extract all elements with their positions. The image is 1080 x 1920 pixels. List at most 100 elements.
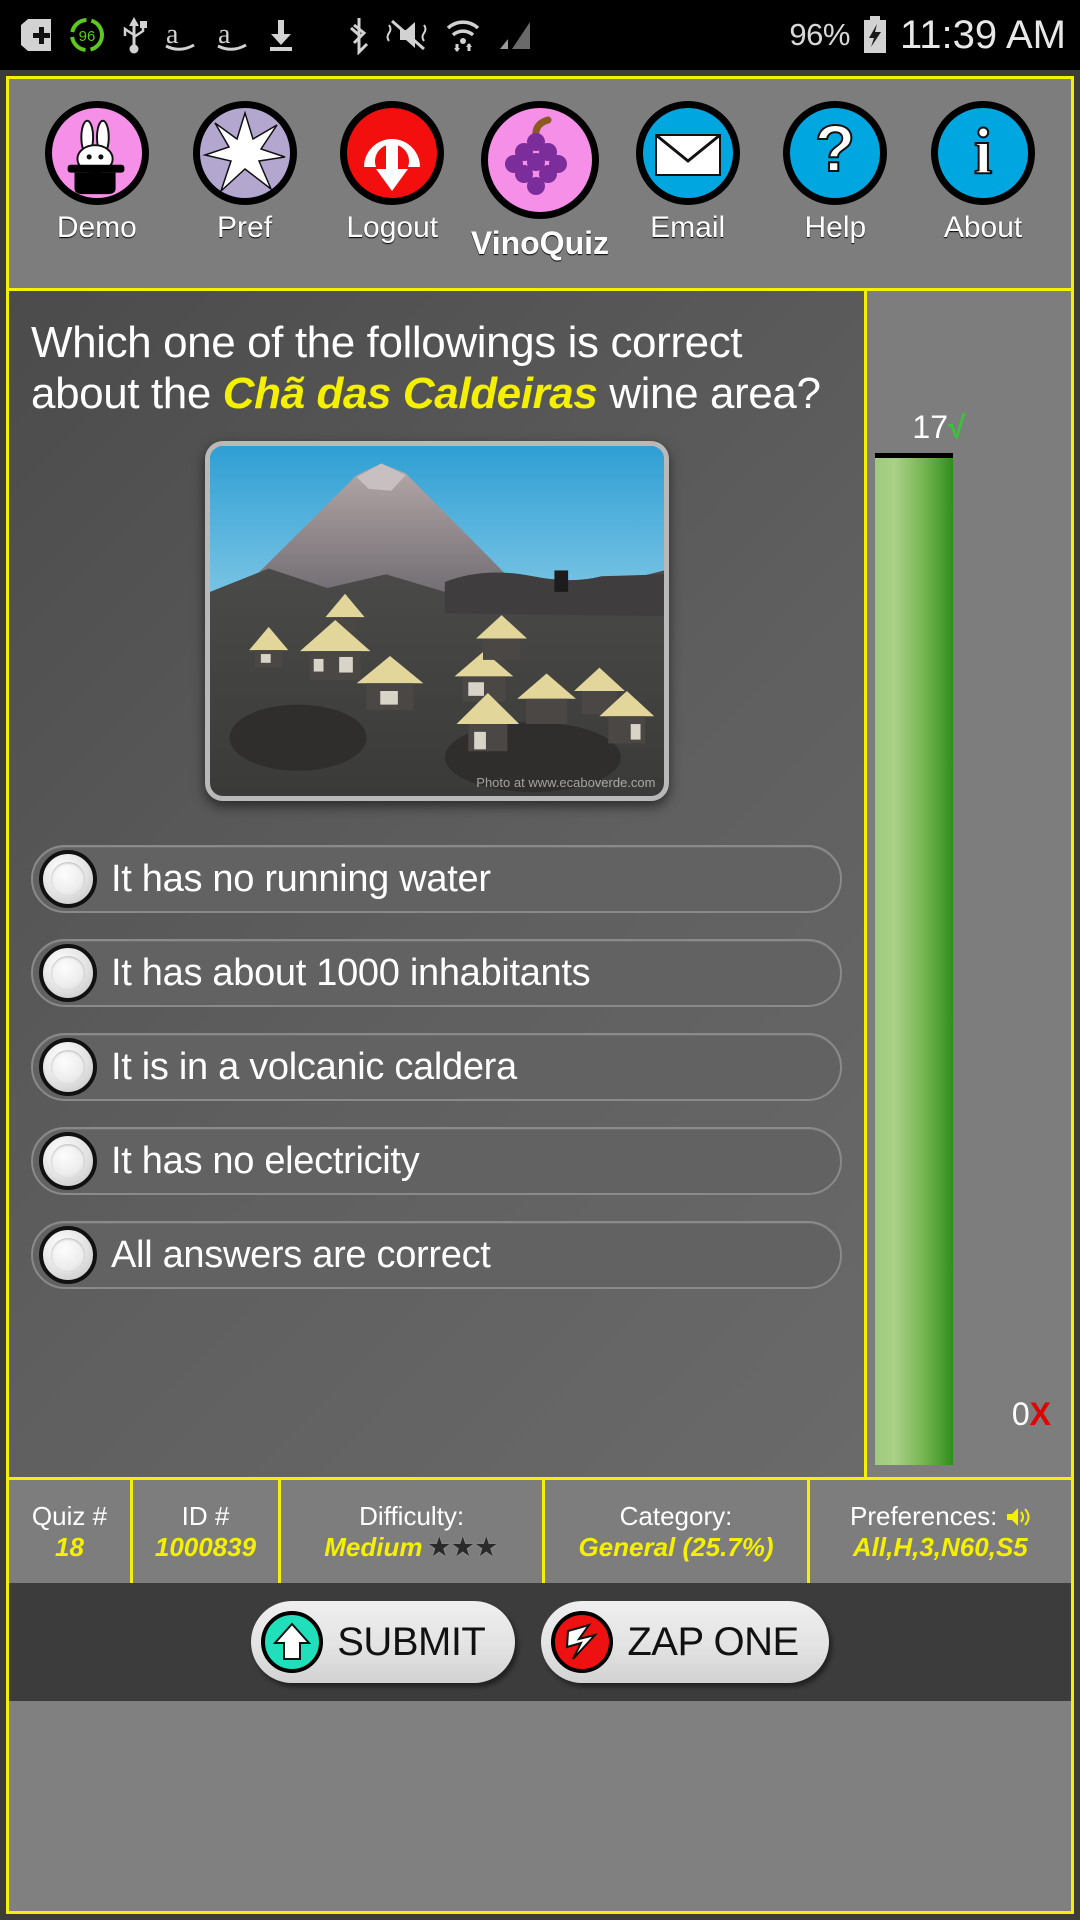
answer-label: It has no electricity: [111, 1139, 420, 1182]
toolbar-item-help[interactable]: ? Help: [768, 101, 902, 245]
toolbar-item-logout[interactable]: Logout: [325, 101, 459, 245]
download-icon: [266, 17, 296, 53]
info-bar: Quiz # 18 ID # 1000839 Difficulty: Mediu…: [9, 1477, 1071, 1583]
answer-option[interactable]: All answers are correct: [31, 1221, 842, 1290]
clock-label: 11:39 AM: [899, 12, 1066, 57]
amazon-a-icon: a: [214, 17, 252, 53]
zap-one-button[interactable]: ZAP ONE: [541, 1601, 829, 1683]
question-mark-icon: ?: [783, 101, 888, 205]
radio-button-icon[interactable]: [39, 1038, 97, 1097]
quiz-content: Which one of the followings is correct a…: [9, 291, 1071, 1477]
toolbar-item-pref[interactable]: Pref: [178, 101, 312, 245]
toolbar-label-about: About: [943, 211, 1023, 244]
mute-vibrate-icon: [386, 17, 430, 53]
svg-text:i: i: [974, 115, 992, 188]
radio-button-icon[interactable]: [39, 1132, 97, 1191]
info-value: 18: [55, 1531, 84, 1562]
toolbar-item-vinoquiz[interactable]: VinoQuiz: [470, 101, 609, 262]
toolbar-label-demo: Demo: [56, 211, 137, 244]
answer-list: It has no running water It has about 100…: [31, 845, 842, 1290]
answer-option[interactable]: It has no running water: [31, 845, 842, 914]
cross-mark-icon: X: [1029, 1396, 1051, 1432]
info-quiz-number: Quiz # 18: [9, 1480, 133, 1583]
usb-icon: [120, 15, 148, 55]
action-bar: SUBMIT ZAP ONE: [9, 1583, 1071, 1701]
info-key-wrap: Preferences:: [850, 1501, 1031, 1532]
info-icon: i: [931, 101, 1036, 205]
question-suffix: wine area?: [597, 369, 821, 419]
star-burst-icon: [192, 101, 297, 205]
up-arrow-icon: [261, 1611, 324, 1673]
info-value: General (25.7%): [578, 1531, 774, 1562]
score-column: 17√ 0X: [867, 291, 1071, 1477]
correct-score: 17√: [912, 409, 965, 446]
radio-button-icon[interactable]: [39, 944, 97, 1003]
toolbar-label-email: Email: [650, 211, 726, 244]
answer-label: It has about 1000 inhabitants: [111, 951, 591, 994]
radio-button-icon[interactable]: [39, 1226, 97, 1285]
bluetooth-icon: [346, 15, 372, 55]
toolbar-item-email[interactable]: Email: [621, 101, 755, 245]
battery-charging-icon: [860, 15, 890, 55]
status-bar: 96 a a 96% 11:39 AM: [0, 0, 1080, 70]
info-key: Quiz #: [31, 1500, 108, 1531]
grapes-icon: [480, 101, 599, 219]
info-value-wrap: Medium ★★★: [324, 1532, 499, 1563]
info-key: Preferences:: [850, 1500, 998, 1531]
answer-label: It has no running water: [111, 857, 491, 900]
info-key: Difficulty:: [359, 1500, 465, 1531]
toolbar-label-logout: Logout: [346, 211, 439, 244]
svg-text:96: 96: [79, 28, 96, 45]
lightning-bolt-icon: [551, 1611, 614, 1673]
toolbar-label-vinoquiz: VinoQuiz: [470, 225, 609, 261]
question-text: Which one of the followings is correct a…: [31, 317, 842, 419]
correct-count: 17: [912, 409, 949, 445]
battery-percent-label: 96%: [789, 17, 850, 52]
info-key: Category:: [619, 1500, 733, 1531]
info-value: Medium: [324, 1531, 423, 1562]
info-value: 1000839: [154, 1531, 257, 1562]
magic-hat-rabbit-icon: [44, 101, 149, 205]
wrong-count: 0: [1011, 1396, 1030, 1432]
answer-option[interactable]: It has no electricity: [31, 1127, 842, 1196]
submit-label: SUBMIT: [337, 1619, 486, 1664]
plus-box-icon: [18, 17, 54, 53]
app-window: Demo Pref Logout VinoQuiz Email ? Help i…: [0, 70, 1080, 1920]
check-mark-icon: √: [948, 409, 966, 445]
answer-label: All answers are correct: [111, 1233, 491, 1276]
volcano-village-photo: Photo at www.ecaboverde.com: [204, 441, 669, 802]
svg-text:?: ?: [815, 111, 855, 185]
answer-label: It is in a volcanic caldera: [111, 1045, 517, 1088]
answer-option[interactable]: It has about 1000 inhabitants: [31, 939, 842, 1008]
toolbar-label-pref: Pref: [217, 211, 273, 244]
answer-option[interactable]: It is in a volcanic caldera: [31, 1033, 842, 1102]
toolbar-label-help: Help: [804, 211, 867, 244]
wrong-score: 0X: [1012, 1396, 1051, 1433]
radio-button-icon[interactable]: [39, 850, 97, 909]
difficulty-stars-icon: ★★★: [428, 1533, 500, 1561]
speaker-icon[interactable]: [1005, 1501, 1031, 1531]
info-value: All,H,3,N60,S5: [852, 1531, 1028, 1562]
zap-one-label: ZAP ONE: [627, 1619, 799, 1664]
question-highlight: Chã das Caldeiras: [222, 369, 598, 419]
photo-credit-label: Photo at www.ecaboverde.com: [476, 775, 656, 791]
question-panel: Which one of the followings is correct a…: [9, 291, 867, 1477]
info-key: ID #: [181, 1500, 230, 1531]
amazon-a-icon: a: [162, 17, 200, 53]
info-preferences[interactable]: Preferences: All,H,3,N60,S5: [810, 1480, 1071, 1583]
info-category: Category: General (25.7%): [545, 1480, 810, 1583]
toolbar-item-about[interactable]: i About: [916, 101, 1050, 245]
cell-signal-icon: [496, 17, 534, 53]
submit-button[interactable]: SUBMIT: [251, 1601, 516, 1683]
top-toolbar: Demo Pref Logout VinoQuiz Email ? Help i…: [9, 79, 1071, 291]
wifi-icon: [444, 16, 482, 54]
app-frame: Demo Pref Logout VinoQuiz Email ? Help i…: [6, 76, 1074, 1914]
score-bar: [875, 453, 953, 1465]
power-down-arrow-icon: [340, 101, 445, 205]
info-difficulty: Difficulty: Medium ★★★: [281, 1480, 546, 1583]
info-id-number: ID # 1000839: [133, 1480, 281, 1583]
envelope-icon: [635, 101, 740, 205]
toolbar-item-demo[interactable]: Demo: [30, 101, 164, 245]
question-image-wrap: Photo at www.ecaboverde.com: [31, 441, 842, 802]
score-96-badge-icon: 96: [68, 16, 106, 54]
